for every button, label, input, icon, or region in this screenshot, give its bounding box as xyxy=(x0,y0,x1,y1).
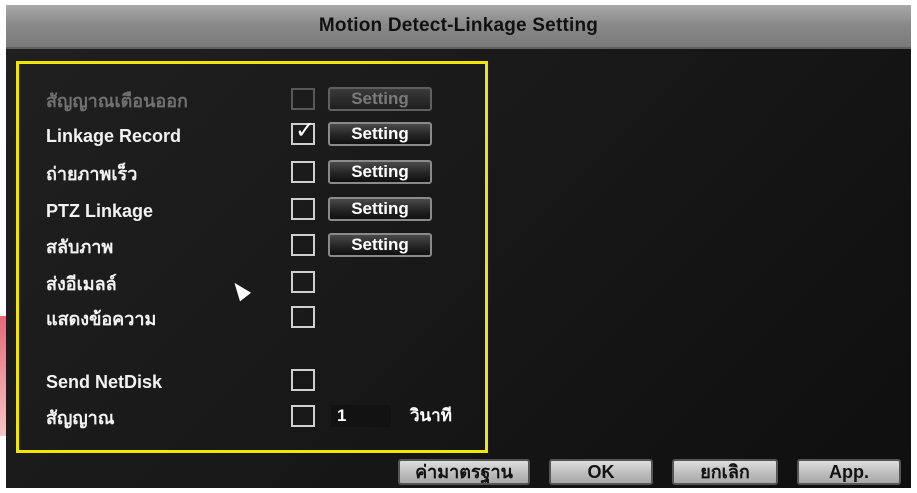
snapshot-checkbox[interactable] xyxy=(291,161,315,183)
option-label: แสดงข้อความ xyxy=(46,309,157,329)
default-button[interactable]: ค่ามาตรฐาน xyxy=(398,459,530,485)
linkage-record-setting-button[interactable]: Setting xyxy=(328,122,432,146)
ptz-linkage-setting-button[interactable]: Setting xyxy=(328,197,432,221)
show-message-checkbox[interactable] xyxy=(291,306,315,328)
send-email-checkbox[interactable] xyxy=(291,271,315,293)
ok-button[interactable]: OK xyxy=(549,459,653,485)
option-label: สัญญาณเตือนออก xyxy=(46,91,188,111)
signal-duration-input[interactable]: 1 xyxy=(331,405,391,427)
option-label: PTZ Linkage xyxy=(46,201,154,221)
linkage-record-checkbox[interactable]: ✓ xyxy=(291,119,315,145)
check-mark-icon: ✓ xyxy=(294,117,316,144)
signal-duration-unit: วินาที xyxy=(410,406,452,425)
dvr-screen: Motion Detect-Linkage Setting สัญญาณเตือ… xyxy=(6,5,911,488)
option-label: สัญญาณ xyxy=(46,408,115,428)
switch-view-setting-button[interactable]: Setting xyxy=(328,233,432,257)
alarm-out-checkbox[interactable] xyxy=(291,88,315,110)
option-label: Linkage Record xyxy=(46,126,182,146)
switch-view-checkbox[interactable] xyxy=(291,234,315,256)
window-title: Motion Detect-Linkage Setting xyxy=(318,15,599,36)
alarm-out-setting-button[interactable]: Setting xyxy=(328,87,432,111)
signal-checkbox[interactable] xyxy=(291,405,315,427)
send-netdisk-checkbox[interactable] xyxy=(291,369,315,391)
snapshot-setting-button[interactable]: Setting xyxy=(328,160,432,184)
apply-button[interactable]: App. xyxy=(797,459,901,485)
ptz-linkage-checkbox[interactable] xyxy=(291,198,315,220)
title-bar: Motion Detect-Linkage Setting xyxy=(6,5,911,49)
option-label: Send NetDisk xyxy=(46,372,163,392)
option-label: ถ่ายภาพเร็ว xyxy=(46,164,138,184)
option-label: สลับภาพ xyxy=(46,237,114,257)
cancel-button[interactable]: ยกเลิก xyxy=(672,459,778,485)
